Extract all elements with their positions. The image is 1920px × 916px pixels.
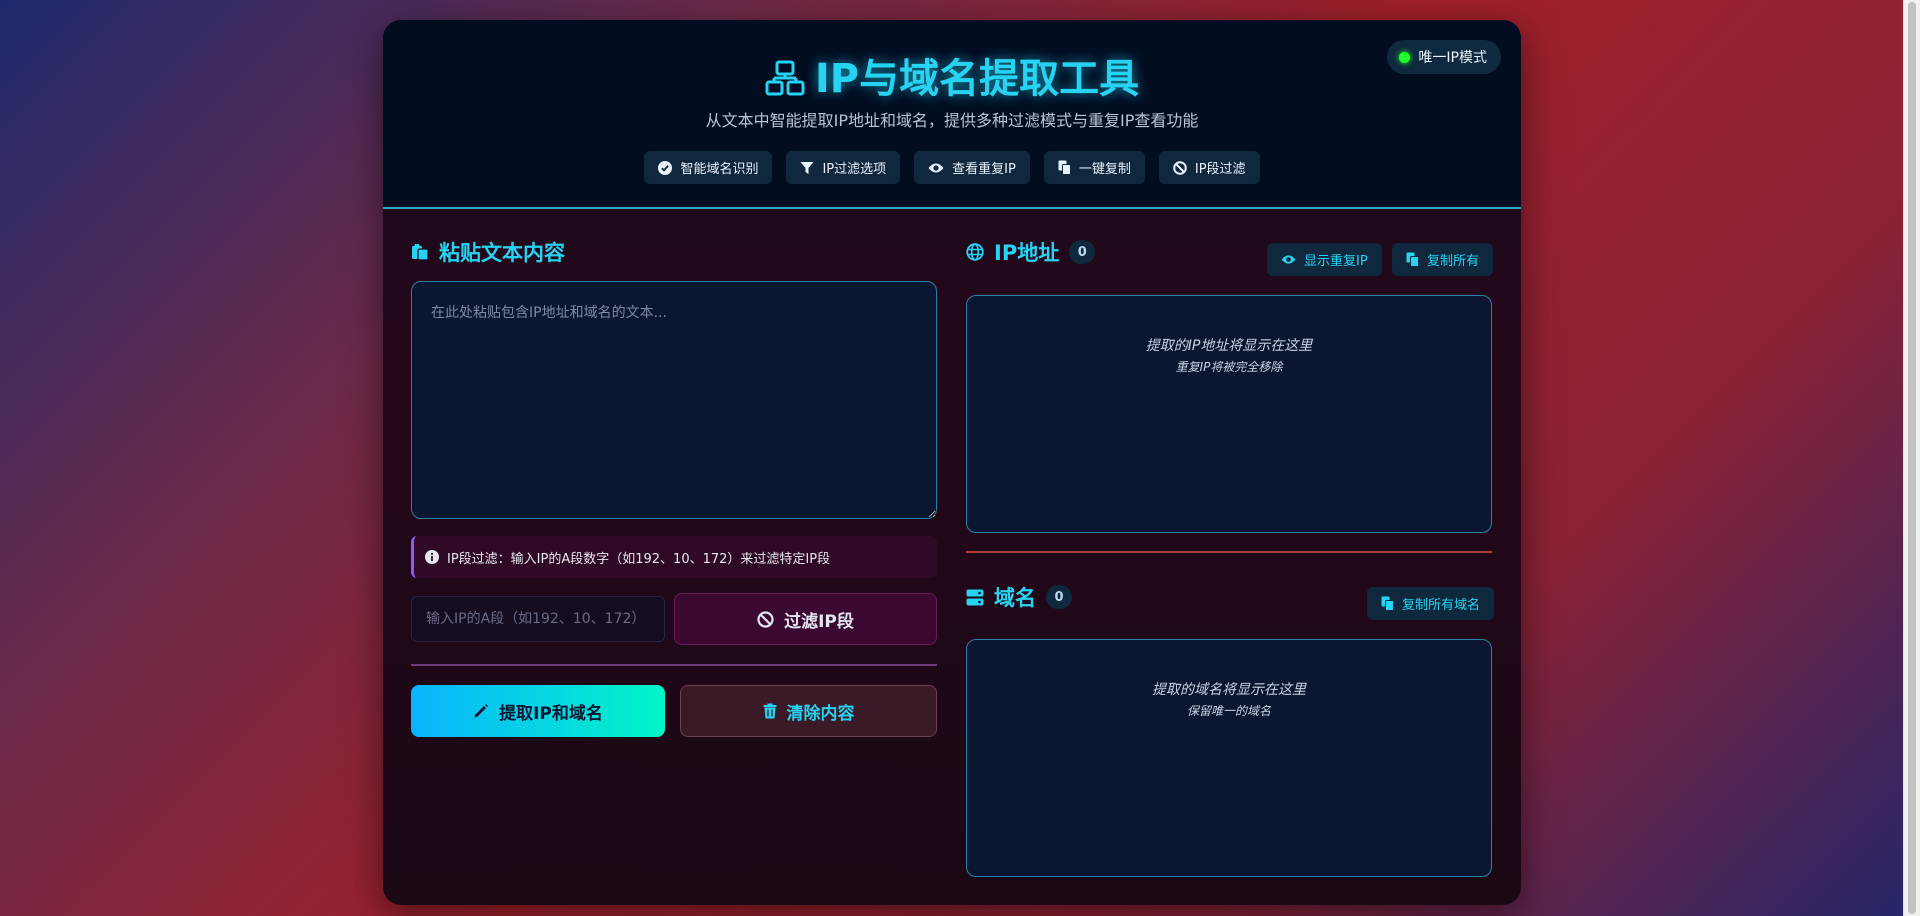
domain-count-badge: 0: [1046, 585, 1072, 609]
feature-label: 查看重复IP: [952, 162, 1016, 177]
domain-panel-title-text: 域名: [994, 586, 1036, 610]
server-icon: [966, 589, 984, 605]
app-container: 唯一IP模式 IP与域名提取工具 从文本中智能提取IP地址和域名，提供多种过滤模…: [383, 20, 1521, 905]
feature-label: IP段过滤: [1194, 162, 1246, 177]
domain-empty-message: 提取的域名将显示在这里: [1152, 682, 1306, 698]
page-title: IP与域名提取工具: [383, 46, 1521, 106]
copy-all-ip-label: 复制所有: [1427, 254, 1480, 269]
pencil-icon: [474, 704, 489, 718]
copy-icon: [1381, 596, 1394, 611]
filter-button-label: 过滤IP段: [784, 611, 854, 632]
paste-icon: [412, 244, 429, 261]
copy-all-domains-button[interactable]: 复制所有域名: [1367, 587, 1495, 620]
ip-panel-title: IP地址 0: [966, 237, 1096, 267]
clear-button-label: 清除内容: [786, 703, 855, 724]
extract-button[interactable]: 提取IP和域名: [411, 685, 665, 737]
divider: [411, 664, 937, 666]
feature-label: 智能域名识别: [680, 162, 759, 177]
feature-label: IP过滤选项: [822, 162, 887, 177]
extract-button-label: 提取IP和域名: [499, 703, 603, 724]
trash-icon: [763, 703, 776, 719]
scrollbar-thumb[interactable]: [1908, 2, 1916, 914]
filter-icon: [800, 161, 814, 174]
clear-button[interactable]: 清除内容: [680, 685, 937, 737]
filter-ip-segment-button[interactable]: 过滤IP段: [674, 593, 937, 645]
show-duplicate-ip-label: 显示重复IP: [1304, 254, 1368, 269]
feature-ip-segment-filter: IP段过滤: [1158, 151, 1260, 184]
copy-icon: [1058, 160, 1071, 175]
feature-list: 智能域名识别 IP过滤选项 查看重复IP 一键复制 IP段过滤: [383, 151, 1521, 184]
text-input-area[interactable]: [411, 281, 937, 519]
ban-icon: [1173, 160, 1187, 175]
feature-label: 一键复制: [1078, 162, 1131, 177]
page-subtitle: 从文本中智能提取IP地址和域名，提供多种过滤模式与重复IP查看功能: [705, 111, 1199, 130]
domain-empty-hint: 保留唯一的域名: [1186, 704, 1271, 718]
feature-ip-filter: IP过滤选项: [786, 151, 901, 184]
copy-icon: [1406, 252, 1419, 267]
feature-view-duplicates: 查看重复IP: [914, 151, 1030, 184]
input-panel-title-text: 粘贴文本内容: [439, 241, 565, 265]
domain-result-box[interactable]: 提取的域名将显示在这里 保留唯一的域名: [966, 639, 1492, 877]
input-panel-title: 粘贴文本内容: [411, 237, 565, 267]
divider: [966, 551, 1492, 553]
domain-panel-title: 域名 0: [966, 582, 1072, 612]
ban-icon: [757, 610, 774, 628]
info-icon: [425, 550, 439, 564]
eye-icon: [1281, 255, 1296, 264]
ip-filter-info-text: IP段过滤：输入IP的A段数字（如192、10、172）来过滤特定IP段: [447, 551, 831, 567]
page-title-text: IP与域名提取工具: [814, 56, 1140, 102]
app-header: 唯一IP模式 IP与域名提取工具 从文本中智能提取IP地址和域名，提供多种过滤模…: [383, 20, 1521, 209]
ip-panel-title-text: IP地址: [994, 241, 1060, 265]
network-icon: [765, 60, 805, 106]
ip-segment-input[interactable]: [411, 596, 665, 642]
ip-count-badge: 0: [1069, 240, 1096, 264]
ip-empty-hint: 重复IP将被完全移除: [1175, 360, 1283, 374]
copy-all-ip-button[interactable]: 复制所有: [1392, 243, 1494, 276]
ip-filter-info: IP段过滤：输入IP的A段数字（如192、10、172）来过滤特定IP段: [411, 536, 937, 578]
feature-one-click-copy: 一键复制: [1043, 151, 1145, 184]
ip-empty-message: 提取的IP地址将显示在这里: [1145, 338, 1313, 354]
page-scrollbar[interactable]: [1903, 0, 1920, 916]
globe-icon: [966, 243, 984, 261]
ip-result-box[interactable]: 提取的IP地址将显示在这里 重复IP将被完全移除: [966, 295, 1492, 533]
eye-icon: [928, 163, 944, 172]
check-circle-icon: [658, 160, 673, 175]
copy-all-domains-label: 复制所有域名: [1402, 598, 1481, 613]
feature-smart-domain: 智能域名识别: [644, 151, 773, 184]
show-duplicate-ip-button[interactable]: 显示重复IP: [1267, 243, 1382, 276]
